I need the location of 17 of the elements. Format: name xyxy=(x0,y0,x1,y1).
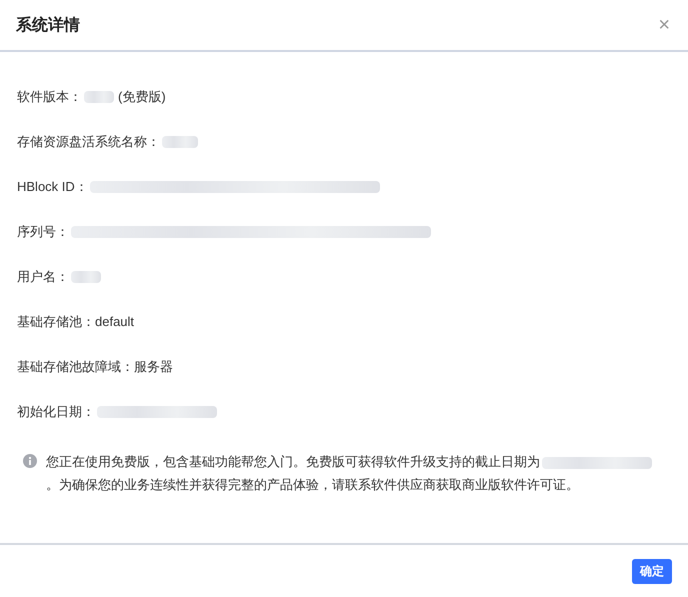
field-value: (免费版) xyxy=(118,88,166,106)
field-label: HBlock ID： xyxy=(17,178,88,196)
info-icon xyxy=(23,454,37,468)
field-value: 服务器 xyxy=(134,358,173,376)
dialog-title: 系统详情 xyxy=(16,15,80,36)
close-button[interactable]: × xyxy=(656,15,672,35)
field-label: 用户名： xyxy=(17,268,69,286)
field-label: 存储资源盘活系统名称： xyxy=(17,133,160,151)
notice-text: 。为确保您的业务连续性并获得完整的产品体验，请联系软件供应商获取商业版软件许可证。 xyxy=(46,477,579,492)
field-label: 基础存储池故障域： xyxy=(17,358,134,376)
confirm-button[interactable]: 确定 xyxy=(632,558,672,584)
field-label: 软件版本： xyxy=(17,88,82,106)
field-label: 基础存储池： xyxy=(17,313,95,331)
field-label: 序列号： xyxy=(17,223,69,241)
notice-text: 您正在使用免费版，包含基础功能帮您入门。免费版可获得软件升级支持的截止日期为 xyxy=(46,454,540,469)
field-label: 初始化日期： xyxy=(17,403,95,421)
field-value: default xyxy=(95,313,134,331)
